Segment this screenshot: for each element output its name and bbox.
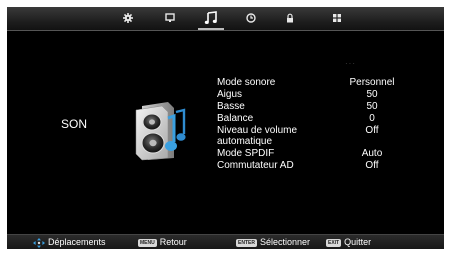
tab-time[interactable] (243, 10, 259, 26)
menu-item-value: Auto (361, 148, 383, 159)
arrows-icon (33, 237, 45, 248)
section-title: SON (61, 117, 88, 131)
menu-item-value: Off (365, 160, 379, 171)
hint-quit-label: Quitter (344, 237, 372, 247)
menu-item-treble[interactable]: Aigus 50 (217, 89, 417, 100)
menu-item-value: 50 (366, 89, 378, 100)
menu-item-label: Mode SPDIF (217, 148, 275, 159)
exit-key-icon: EXIT (326, 238, 342, 247)
menu-item-auto-volume[interactable]: Niveau de volume automatique Off (217, 125, 417, 147)
menu-item-value: 50 (366, 101, 378, 112)
gear-icon (123, 13, 133, 23)
menu-item-label: Commutateur AD (217, 160, 294, 171)
hint-move-label: Déplacements (48, 237, 106, 247)
sound-menu-list: Mode sonore Personnel Aigus 50 Basse 50 … (217, 77, 417, 172)
menu-item-label: Aigus (217, 89, 243, 100)
tv-screen: ··· SON Mode sonore Personnel Aigus 50 B… (7, 7, 444, 249)
menu-item-spdif-mode[interactable]: Mode SPDIF Auto (217, 148, 417, 159)
menu-item-value: 0 (369, 113, 375, 124)
menu-key-icon: MENU (138, 238, 157, 247)
menu-item-balance[interactable]: Balance 0 (217, 113, 417, 124)
menu-item-label: Balance (217, 113, 254, 124)
tab-setup[interactable] (329, 10, 345, 26)
tab-sound[interactable] (198, 10, 224, 30)
music-note-icon (204, 11, 217, 24)
speaker-icon (128, 100, 190, 162)
menu-item-label: Basse (217, 101, 245, 112)
hint-select-label: Sélectionner (259, 237, 310, 247)
menu-item-value: Off (365, 125, 379, 136)
monitor-icon (165, 13, 175, 22)
tab-lock[interactable] (282, 10, 298, 26)
menu-item-value: Personnel (349, 77, 395, 88)
hint-move: Déplacements (33, 237, 106, 248)
scroll-indicator: ··· (345, 59, 356, 68)
hint-quit: EXIT Quitter (326, 237, 371, 248)
menu-item-ad-switch[interactable]: Commutateur AD Off (217, 160, 417, 171)
tab-picture-settings[interactable] (120, 10, 136, 26)
tab-picture[interactable] (162, 10, 178, 26)
help-bar: Déplacements MENU Retour ENTER Sélection… (7, 234, 444, 249)
hint-back: MENU Retour (138, 237, 187, 248)
menu-item-label: Mode sonore (217, 77, 276, 88)
enter-key-icon: ENTER (236, 238, 257, 247)
hint-back-label: Retour (159, 237, 187, 247)
menu-tab-bar (7, 7, 444, 31)
menu-item-label: Niveau de volume automatique (217, 125, 298, 147)
menu-item-sound-mode[interactable]: Mode sonore Personnel (217, 77, 417, 88)
lock-icon (287, 13, 293, 23)
hint-select: ENTER Sélectionner (236, 237, 310, 248)
grid-icon (333, 14, 341, 22)
clock-icon (246, 13, 256, 23)
menu-item-bass[interactable]: Basse 50 (217, 101, 417, 112)
